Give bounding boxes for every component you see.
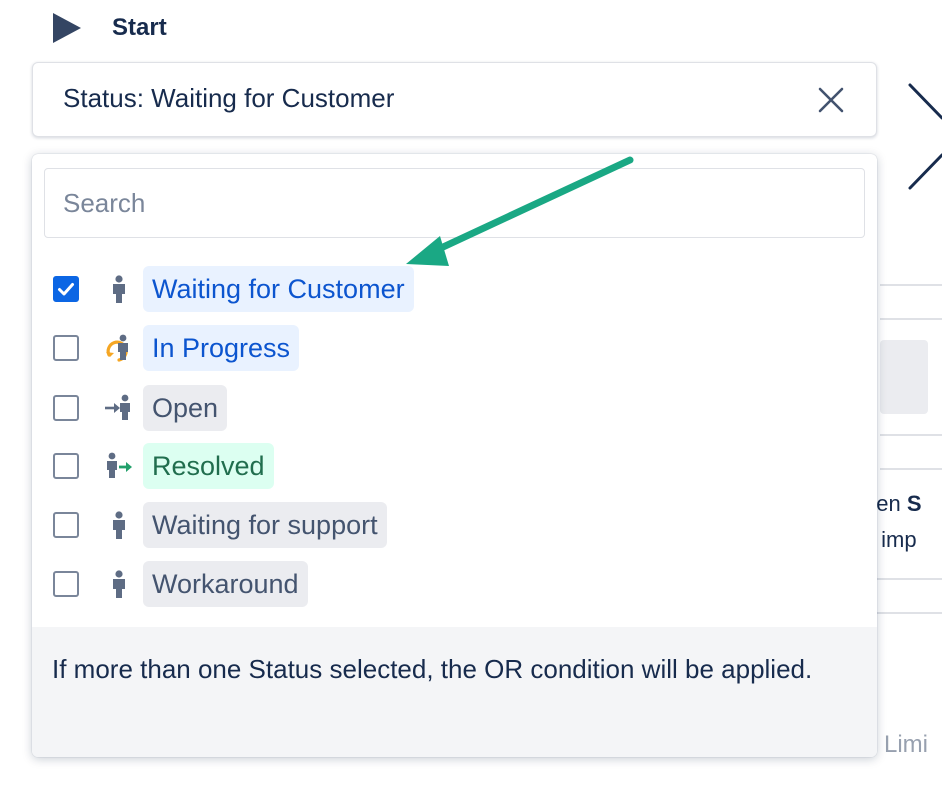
- clear-button[interactable]: [816, 85, 846, 115]
- status-option[interactable]: In Progress: [32, 321, 877, 377]
- person-icon: [113, 275, 125, 303]
- checkbox[interactable]: [53, 453, 79, 479]
- checkbox[interactable]: [53, 512, 79, 538]
- background-text: Limi: [884, 731, 929, 758]
- dropdown-footer: If more than one Status selected, the OR…: [32, 627, 877, 757]
- checkmark-icon: [58, 283, 74, 296]
- checkbox[interactable]: [53, 395, 79, 421]
- search-input[interactable]: [44, 168, 865, 238]
- status-select[interactable]: Status: Waiting for Customer: [32, 62, 877, 137]
- status-lozenge: Open: [143, 385, 228, 431]
- background-divider: [880, 434, 942, 436]
- checkbox[interactable]: [53, 571, 79, 597]
- status-option[interactable]: Resolved: [32, 439, 877, 495]
- status-dropdown: Waiting for Customer In Progress Open Resol…: [32, 154, 877, 757]
- connector-lines: [908, 83, 942, 190]
- close-icon: [818, 87, 844, 113]
- checkbox[interactable]: [53, 335, 79, 361]
- status-option[interactable]: Workaround: [32, 557, 877, 613]
- status-option[interactable]: Waiting for support: [32, 498, 877, 554]
- status-option[interactable]: Open: [32, 381, 877, 437]
- person-exit-icon: [107, 452, 132, 478]
- status-select-value: Status: Waiting for Customer: [63, 83, 395, 113]
- status-lozenge: Waiting for Customer: [143, 266, 414, 312]
- footer-hint: If more than one Status selected, the OR…: [52, 654, 813, 684]
- start-label: Start: [112, 14, 167, 41]
- start-row[interactable]: [50, 10, 84, 46]
- background-text-bold: S: [906, 491, 922, 516]
- status-lozenge: In Progress: [143, 325, 300, 371]
- background-divider: [880, 318, 942, 320]
- status-lozenge: Workaround: [143, 561, 308, 607]
- background-divider: [880, 468, 942, 470]
- status-lozenge: Resolved: [143, 443, 274, 489]
- background-divider: [880, 284, 942, 286]
- background-panel: [880, 340, 928, 414]
- checkbox[interactable]: [53, 276, 79, 302]
- play-icon: [53, 13, 81, 43]
- status-option[interactable]: Waiting for Customer: [32, 262, 877, 318]
- person-icon: [113, 570, 125, 598]
- status-lozenge: Waiting for support: [143, 502, 387, 548]
- person-enter-icon: [105, 394, 130, 420]
- person-progress-icon: [106, 334, 128, 362]
- person-icon: [113, 511, 125, 539]
